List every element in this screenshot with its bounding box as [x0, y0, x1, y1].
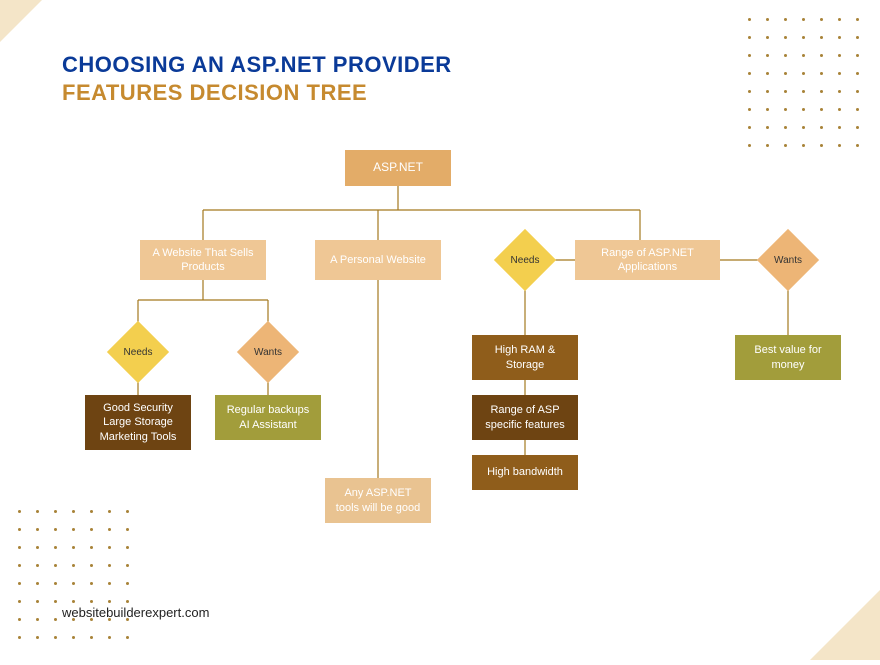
- diamond-label: Wants: [774, 255, 802, 266]
- root-label: ASP.NET: [373, 160, 423, 176]
- category-label: A Personal Website: [330, 253, 426, 267]
- box-text: Any ASP.NET tools will be good: [333, 486, 423, 515]
- page-header: CHOOSING AN ASP.NET PROVIDER FEATURES DE…: [62, 52, 452, 106]
- box-apps-wants: Best value for money: [735, 335, 841, 380]
- box-sells-needs: Good Security Large Storage Marketing To…: [85, 395, 191, 450]
- box-sells-wants: Regular backups AI Assistant: [215, 395, 321, 440]
- diamond-label: Needs: [124, 347, 153, 358]
- box-personal-result: Any ASP.NET tools will be good: [325, 478, 431, 523]
- dot-grid-bottom-left: [18, 510, 132, 642]
- category-sells-products: A Website That Sells Products: [140, 240, 266, 280]
- category-personal-website: A Personal Website: [315, 240, 441, 280]
- box-text: Good Security Large Storage Marketing To…: [100, 401, 177, 444]
- category-range-applications: Range of ASP.NET Applications: [575, 240, 720, 280]
- box-apps-needs-features: Range of ASP specific features: [472, 395, 578, 440]
- diamond-sells-wants: Wants: [238, 322, 298, 382]
- box-text: Range of ASP specific features: [480, 403, 570, 432]
- corner-decoration-bottom-right: [810, 590, 880, 660]
- corner-decoration-top-left: [0, 0, 42, 42]
- diamond-apps-needs: Needs: [495, 230, 555, 290]
- box-text: High bandwidth: [487, 465, 563, 479]
- box-text: Regular backups AI Assistant: [227, 403, 310, 432]
- diamond-apps-wants: Wants: [758, 230, 818, 290]
- root-node: ASP.NET: [345, 150, 451, 186]
- box-text: Best value for money: [743, 343, 833, 372]
- footer-source-url: websitebuilderexpert.com: [62, 605, 209, 620]
- page-subtitle: FEATURES DECISION TREE: [62, 80, 452, 106]
- diamond-sells-needs: Needs: [108, 322, 168, 382]
- source-url-text: websitebuilderexpert.com: [62, 605, 209, 620]
- diamond-label: Wants: [254, 347, 282, 358]
- box-apps-needs-bandwidth: High bandwidth: [472, 455, 578, 490]
- box-apps-needs-ram: High RAM & Storage: [472, 335, 578, 380]
- page-title: CHOOSING AN ASP.NET PROVIDER: [62, 52, 452, 78]
- category-label: A Website That Sells Products: [148, 246, 258, 275]
- dot-grid-top-right: [748, 18, 862, 150]
- box-text: High RAM & Storage: [480, 343, 570, 372]
- category-label: Range of ASP.NET Applications: [583, 246, 712, 275]
- diamond-label: Needs: [511, 255, 540, 266]
